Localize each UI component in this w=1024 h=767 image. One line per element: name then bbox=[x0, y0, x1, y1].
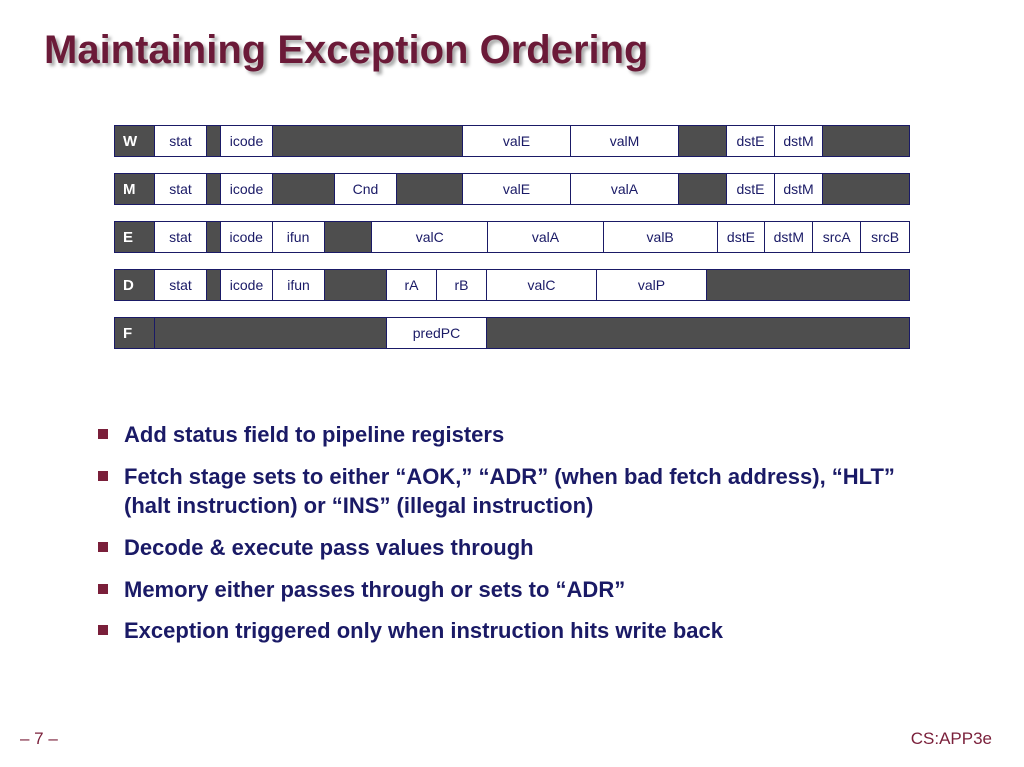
cell: valA bbox=[571, 174, 679, 204]
cell: valE bbox=[463, 126, 571, 156]
cell: Cnd bbox=[335, 174, 397, 204]
gap bbox=[207, 126, 221, 156]
cell: valB bbox=[604, 222, 718, 252]
cell: icode bbox=[221, 270, 273, 300]
gap bbox=[207, 174, 221, 204]
bullet-icon bbox=[98, 429, 108, 439]
gap bbox=[823, 126, 909, 156]
gap bbox=[155, 318, 387, 348]
cell: rA bbox=[387, 270, 437, 300]
cell: icode bbox=[221, 222, 273, 252]
gap bbox=[325, 222, 373, 252]
bullet-icon bbox=[98, 625, 108, 635]
cell: valC bbox=[487, 270, 597, 300]
stage-label-e: E bbox=[115, 222, 155, 252]
cell: ifun bbox=[273, 222, 325, 252]
gap bbox=[823, 174, 909, 204]
gap bbox=[207, 270, 221, 300]
cell: stat bbox=[155, 174, 207, 204]
cell: valM bbox=[571, 126, 679, 156]
cell: icode bbox=[221, 174, 273, 204]
cell: dstE bbox=[727, 174, 775, 204]
cell: stat bbox=[155, 222, 207, 252]
bullet-text: Memory either passes through or sets to … bbox=[124, 575, 625, 605]
cell: icode bbox=[221, 126, 273, 156]
bullet-icon bbox=[98, 471, 108, 481]
gap bbox=[397, 174, 463, 204]
bullet-icon bbox=[98, 584, 108, 594]
row-f: F predPC bbox=[114, 317, 910, 349]
page-title: Maintaining Exception Ordering bbox=[44, 28, 649, 73]
cell: dstM bbox=[775, 126, 823, 156]
cell: valP bbox=[597, 270, 707, 300]
row-m: M stat icode Cnd valE valA dstE dstM bbox=[114, 173, 910, 205]
bullet-item: Memory either passes through or sets to … bbox=[98, 575, 938, 605]
bullet-text: Decode & execute pass values through bbox=[124, 533, 534, 563]
bullet-item: Add status field to pipeline registers bbox=[98, 420, 938, 450]
cell: predPC bbox=[387, 318, 487, 348]
bullet-item: Fetch stage sets to either “AOK,” “ADR” … bbox=[98, 462, 938, 521]
cell: rB bbox=[437, 270, 487, 300]
bullet-list: Add status field to pipeline registers F… bbox=[98, 420, 938, 658]
pipeline-diagram: W stat icode valE valM dstE dstM M stat … bbox=[114, 125, 910, 349]
bullet-item: Exception triggered only when instructio… bbox=[98, 616, 938, 646]
bullet-icon bbox=[98, 542, 108, 552]
bullet-text: Add status field to pipeline registers bbox=[124, 420, 504, 450]
bullet-text: Fetch stage sets to either “AOK,” “ADR” … bbox=[124, 462, 938, 521]
gap bbox=[273, 174, 335, 204]
stage-label-f: F bbox=[115, 318, 155, 348]
cell: valC bbox=[372, 222, 488, 252]
cell: dstE bbox=[727, 126, 775, 156]
bullet-item: Decode & execute pass values through bbox=[98, 533, 938, 563]
stage-label-w: W bbox=[115, 126, 155, 156]
gap bbox=[679, 174, 727, 204]
row-w: W stat icode valE valM dstE dstM bbox=[114, 125, 910, 157]
cell: ifun bbox=[273, 270, 325, 300]
gap bbox=[487, 318, 909, 348]
gap bbox=[207, 222, 221, 252]
cell: valE bbox=[463, 174, 571, 204]
cell: srcB bbox=[861, 222, 909, 252]
cell: srcA bbox=[813, 222, 861, 252]
bullet-text: Exception triggered only when instructio… bbox=[124, 616, 723, 646]
gap bbox=[325, 270, 387, 300]
cell: dstM bbox=[775, 174, 823, 204]
cell: stat bbox=[155, 126, 207, 156]
gap bbox=[679, 126, 727, 156]
cell: dstE bbox=[718, 222, 766, 252]
footer-source: CS:APP3e bbox=[911, 729, 992, 749]
cell: stat bbox=[155, 270, 207, 300]
row-d: D stat icode ifun rA rB valC valP bbox=[114, 269, 910, 301]
cell: valA bbox=[488, 222, 604, 252]
row-e: E stat icode ifun valC valA valB dstE ds… bbox=[114, 221, 910, 253]
gap bbox=[273, 126, 463, 156]
stage-label-d: D bbox=[115, 270, 155, 300]
gap bbox=[707, 270, 909, 300]
page-number: – 7 – bbox=[20, 729, 58, 749]
stage-label-m: M bbox=[115, 174, 155, 204]
cell: dstM bbox=[765, 222, 813, 252]
